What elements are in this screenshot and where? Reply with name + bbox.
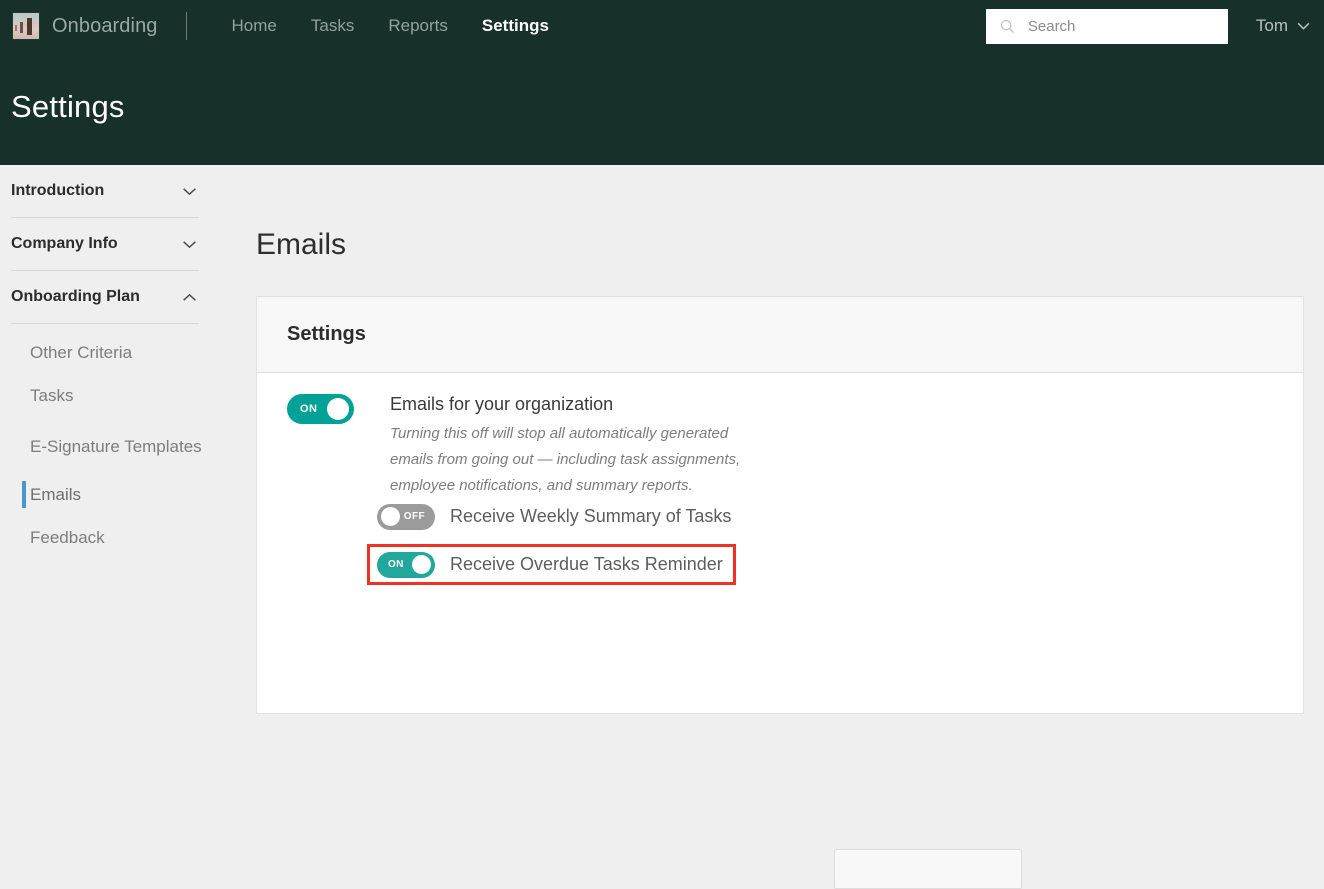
search-icon [1000, 19, 1014, 33]
sub-toggle-rows: OFF Receive Weekly Summary of Tasks ON R… [367, 499, 736, 585]
sidebar-group-onboarding-plan: Onboarding Plan [0, 271, 210, 324]
sidebar-group-label: Introduction [11, 182, 105, 199]
nav-link-tasks[interactable]: Tasks [294, 16, 371, 36]
sub-toggle-row-overdue-reminder: ON Receive Overdue Tasks Reminder [367, 544, 736, 585]
nav-right-group: Tom [985, 8, 1310, 44]
brand-name: Onboarding [52, 14, 158, 37]
sidebar-group-header-introduction[interactable]: Introduction [0, 165, 210, 217]
nav-divider [185, 12, 187, 40]
brand[interactable]: Onboarding [12, 12, 158, 40]
toggle-receive-weekly-summary[interactable]: OFF [377, 503, 435, 530]
master-toggle-row: ON Emails for your organization Turning … [257, 373, 1303, 499]
sidebar-group-introduction: Introduction [0, 165, 210, 218]
body-area: Introduction Company Info Onboarding Pla… [0, 165, 1324, 889]
master-toggle-description: Turning this off will stop all automatic… [390, 425, 741, 494]
chevron-down-icon [183, 187, 196, 195]
master-toggle-text: Emails for your organization Turning thi… [390, 394, 742, 499]
master-toggle-label: Emails for your organization [390, 394, 614, 414]
main-content: Emails Settings ON Emails for your organ… [210, 165, 1324, 889]
toggle-state-label: ON [388, 559, 404, 570]
section-title: Emails [256, 228, 347, 261]
toggle-knob [327, 398, 349, 420]
sidebar-item-feedback[interactable]: Feedback [0, 516, 210, 559]
sidebar-item-other-criteria[interactable]: Other Criteria [0, 331, 210, 374]
sidebar-sub-items: Other Criteria Tasks E-Signature Templat… [0, 324, 210, 559]
sidebar-group-company-info: Company Info [0, 218, 210, 271]
chevron-down-icon [183, 240, 196, 248]
nav-link-settings[interactable]: Settings [465, 16, 566, 36]
sub-toggle-label: Receive Weekly Summary of Tasks [450, 506, 732, 526]
nav-link-reports[interactable]: Reports [371, 16, 465, 36]
toggle-state-label: ON [300, 403, 318, 415]
chevron-down-icon [1297, 22, 1310, 30]
sidebar-divider [11, 323, 199, 324]
toggle-knob [412, 555, 431, 574]
search-input[interactable] [1027, 17, 1198, 35]
photo-thumbnail-icon [12, 12, 40, 40]
sidebar-group-header-company-info[interactable]: Company Info [0, 218, 210, 270]
nav-link-home[interactable]: Home [215, 16, 294, 36]
nav-links: Home Tasks Reports Settings [215, 16, 566, 36]
toggle-receive-overdue-reminder[interactable]: ON [377, 551, 435, 578]
sub-toggle-label: Receive Overdue Tasks Reminder [450, 554, 723, 574]
sidebar-group-label: Company Info [11, 235, 118, 252]
chevron-up-icon [183, 293, 196, 301]
partially-visible-input-box[interactable] [834, 849, 1022, 889]
sidebar-item-emails[interactable]: Emails [0, 473, 210, 516]
settings-card-body: ON Emails for your organization Turning … [257, 373, 1303, 889]
sidebar-group-header-onboarding-plan[interactable]: Onboarding Plan [0, 271, 210, 323]
sidebar-item-e-signature-templates[interactable]: E-Signature Templates [0, 417, 210, 473]
top-navigation-bar: Onboarding Home Tasks Reports Settings T… [0, 0, 1324, 52]
user-name: Tom [1255, 16, 1288, 35]
settings-card-header: Settings [257, 297, 1303, 373]
sidebar-group-label: Onboarding Plan [11, 288, 140, 305]
user-menu[interactable]: Tom [1256, 16, 1310, 36]
toggle-knob [381, 507, 400, 526]
sub-toggle-row-weekly-summary: OFF Receive Weekly Summary of Tasks [377, 499, 736, 534]
page-title: Settings [11, 89, 125, 124]
sidebar: Introduction Company Info Onboarding Pla… [0, 165, 210, 618]
settings-card: Settings ON Emails for your organization… [256, 296, 1304, 889]
search-box[interactable] [985, 8, 1228, 44]
sidebar-item-tasks[interactable]: Tasks [0, 374, 210, 417]
toggle-emails-for-organization[interactable]: ON [287, 394, 354, 424]
page-header-banner: Settings [0, 52, 1324, 165]
settings-card-title: Settings [287, 323, 366, 345]
toggle-state-label: OFF [403, 511, 425, 522]
